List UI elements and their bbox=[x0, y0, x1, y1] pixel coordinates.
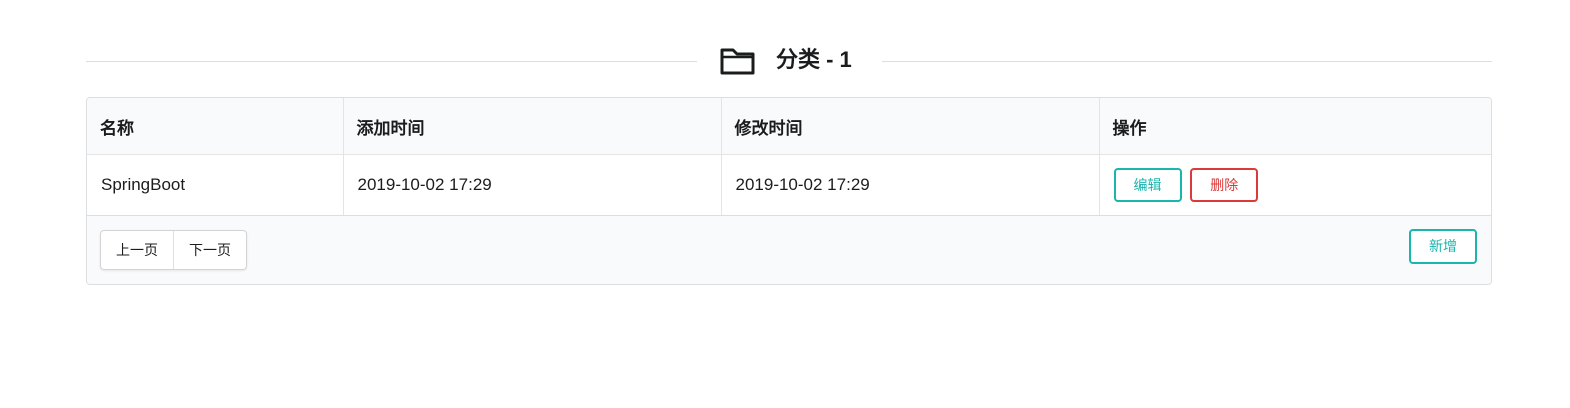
folder-icon bbox=[720, 48, 755, 75]
section-header: 分类 - 1 bbox=[86, 40, 1492, 82]
cell-actions: 编辑 删除 bbox=[1098, 154, 1491, 216]
prev-page-button[interactable]: 上一页 bbox=[101, 231, 173, 269]
column-header-modified: 修改时间 bbox=[720, 98, 1099, 155]
page-title: 分类 - 1 bbox=[776, 47, 852, 72]
cell-created: 2019-10-02 17:29 bbox=[342, 154, 721, 216]
page: 分类 - 1 名称 添加时间 修改时间 操作 SpringBoot 2019-1… bbox=[0, 0, 1570, 408]
cell-name: SpringBoot bbox=[87, 154, 343, 216]
table-footer: 上一页 下一页 新增 bbox=[87, 216, 1491, 284]
column-header-actions: 操作 bbox=[1098, 98, 1491, 155]
category-table-card: 名称 添加时间 修改时间 操作 SpringBoot 2019-10-02 17… bbox=[86, 97, 1492, 285]
edit-button[interactable]: 编辑 bbox=[1113, 168, 1182, 202]
divider-left bbox=[86, 61, 697, 62]
next-page-button[interactable]: 下一页 bbox=[173, 231, 246, 269]
add-category-button[interactable]: 新增 bbox=[1409, 229, 1477, 264]
delete-button[interactable]: 删除 bbox=[1190, 168, 1259, 202]
pagination: 上一页 下一页 bbox=[100, 230, 247, 270]
column-header-created: 添加时间 bbox=[342, 98, 721, 155]
divider-right bbox=[882, 61, 1492, 62]
column-header-name: 名称 bbox=[87, 98, 343, 155]
table-row: SpringBoot 2019-10-02 17:29 2019-10-02 1… bbox=[87, 154, 1491, 216]
cell-modified: 2019-10-02 17:29 bbox=[720, 154, 1099, 216]
category-table: 名称 添加时间 修改时间 操作 SpringBoot 2019-10-02 17… bbox=[87, 98, 1491, 216]
table-header-row: 名称 添加时间 修改时间 操作 bbox=[87, 98, 1491, 155]
